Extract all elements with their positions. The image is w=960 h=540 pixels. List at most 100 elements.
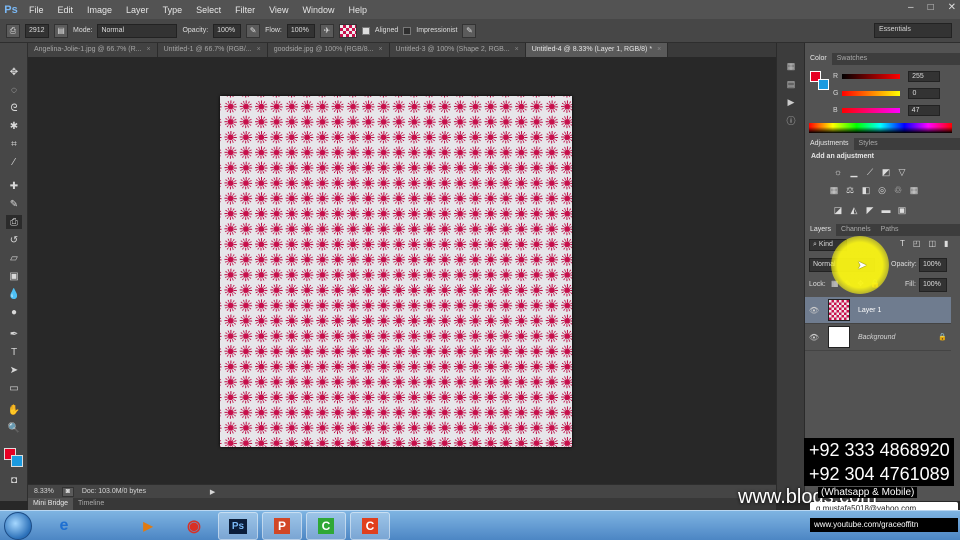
opacity-pressure-icon[interactable]: ✎ — [246, 23, 261, 38]
flow-field[interactable]: 100% — [286, 23, 315, 38]
close-icon[interactable]: × — [657, 46, 661, 53]
clone-source-panel-icon[interactable]: ▤ — [54, 23, 68, 38]
close-icon[interactable]: ✕ — [948, 2, 956, 13]
properties-panel-icon[interactable]: ▤ — [784, 77, 798, 91]
layer-name[interactable]: Layer 1 — [858, 307, 881, 314]
minimize-icon[interactable]: – — [908, 2, 914, 13]
shape-tool-icon[interactable]: ▭ — [6, 381, 22, 395]
green-value[interactable]: 0 — [908, 87, 941, 99]
green-slider[interactable] — [842, 90, 901, 96]
impressionist-checkbox[interactable] — [403, 26, 412, 35]
eraser-tool-icon[interactable]: ▱ — [6, 251, 22, 265]
powerpoint-icon[interactable]: P — [262, 512, 302, 540]
hue-saturation-icon[interactable]: ▦ — [829, 185, 839, 195]
status-share-icon[interactable]: ◙ — [61, 486, 74, 497]
red-slider[interactable] — [842, 73, 901, 79]
tab-adjustments[interactable]: Adjustments — [805, 138, 854, 150]
zoom-level[interactable]: 8.33% — [34, 488, 54, 495]
close-icon[interactable]: × — [515, 46, 519, 53]
layer-row-background[interactable]: 👁 Background 🔒 — [805, 324, 951, 351]
tab-styles[interactable]: Styles — [854, 138, 883, 150]
menu-help[interactable]: Help — [341, 5, 374, 15]
blur-tool-icon[interactable]: 💧 — [6, 287, 22, 301]
history-brush-tool-icon[interactable]: ↺ — [6, 233, 22, 247]
background-color-swatch[interactable] — [11, 455, 23, 467]
airbrush-icon[interactable]: ✈ — [319, 23, 334, 38]
posterize-icon[interactable]: ◭ — [849, 205, 859, 215]
gradient-tool-icon[interactable]: ▣ — [6, 269, 22, 283]
visibility-eye-icon[interactable]: 👁 — [805, 306, 823, 315]
vibrance-icon[interactable]: ▽ — [897, 167, 907, 177]
tab-untitled-1[interactable]: Untitled-1 @ 66.7% (RGB/... × — [157, 43, 268, 57]
menu-layer[interactable]: Layer — [119, 5, 156, 15]
workspace-select[interactable]: Essentials — [874, 23, 952, 38]
blue-slider[interactable] — [841, 107, 900, 113]
crop-tool-icon[interactable]: ⌗ — [6, 137, 22, 151]
maximize-icon[interactable]: □ — [928, 2, 934, 13]
smart-object-filter-icon[interactable]: ◫ — [928, 239, 936, 248]
photo-filter-icon[interactable]: ◎ — [877, 185, 887, 195]
quick-mask-icon[interactable]: ◘ — [6, 473, 22, 487]
tab-mini-bridge[interactable]: Mini Bridge — [28, 498, 74, 510]
gradient-map-icon[interactable]: ▬ — [881, 205, 891, 215]
shape-filter-icon[interactable]: ◰ — [913, 239, 921, 248]
zoom-tool-icon[interactable]: 🔍 — [6, 421, 22, 435]
menu-edit[interactable]: Edit — [51, 5, 81, 15]
tab-layers[interactable]: Layers — [805, 224, 837, 236]
menu-file[interactable]: File — [22, 5, 51, 15]
menu-view[interactable]: View — [262, 5, 295, 15]
levels-icon[interactable]: ▁ — [849, 167, 859, 177]
move-tool-icon[interactable]: ✥ — [6, 65, 22, 79]
invert-icon[interactable]: ◪ — [833, 205, 843, 215]
actions-panel-icon[interactable]: ▶ — [784, 95, 798, 109]
marquee-tool-icon[interactable]: ◌ — [6, 83, 22, 97]
chrome-icon[interactable]: ◉ — [174, 512, 214, 540]
red-value[interactable]: 255 — [908, 70, 941, 82]
tab-timeline[interactable]: Timeline — [73, 498, 109, 510]
media-player-icon[interactable]: ▶ — [128, 512, 168, 540]
menu-image[interactable]: Image — [80, 5, 119, 15]
menu-select[interactable]: Select — [189, 5, 228, 15]
curves-icon[interactable]: ⟋ — [865, 167, 875, 177]
tab-swatches[interactable]: Swatches — [832, 53, 872, 65]
layer-row-layer-1[interactable]: 👁 Layer 1 — [805, 297, 951, 324]
threshold-icon[interactable]: ◤ — [865, 205, 875, 215]
history-panel-icon[interactable]: ▦ — [784, 59, 798, 73]
internet-explorer-icon[interactable]: e — [44, 512, 84, 540]
tablet-pressure-icon[interactable]: ✎ — [462, 23, 477, 38]
close-icon[interactable]: × — [378, 46, 382, 53]
camtasia-studio-icon[interactable]: C — [350, 512, 390, 540]
visibility-eye-icon[interactable]: 👁 — [805, 333, 823, 342]
color-spectrum[interactable] — [809, 123, 952, 133]
blue-value[interactable]: 47 — [907, 104, 940, 116]
lasso-tool-icon[interactable]: ᘓ — [6, 101, 22, 115]
pattern-swatch[interactable] — [338, 23, 357, 38]
layer-opacity-field[interactable]: 100% — [919, 258, 947, 272]
clone-stamp-preset-icon[interactable]: ⎙ — [6, 23, 20, 38]
color-balance-icon[interactable]: ⚖ — [845, 185, 855, 195]
dodge-tool-icon[interactable]: ● — [6, 305, 22, 319]
tab-channels[interactable]: Channels — [836, 224, 876, 236]
quick-select-tool-icon[interactable]: ✱ — [6, 119, 22, 133]
brightness-icon[interactable]: ☼ — [833, 167, 843, 177]
eyedropper-tool-icon[interactable]: ⁄ — [6, 155, 22, 169]
tab-untitled-4[interactable]: Untitled-4 @ 8.33% (Layer 1, RGB/8) * × — [525, 43, 669, 57]
exposure-icon[interactable]: ◩ — [881, 167, 891, 177]
brush-size-field[interactable]: 2912 — [25, 23, 49, 38]
color-lookup-icon[interactable]: ▦ — [909, 185, 919, 195]
clone-stamp-tool-icon[interactable]: ⎙ — [6, 215, 22, 229]
hand-tool-icon[interactable]: ✋ — [6, 403, 22, 417]
healing-brush-tool-icon[interactable]: ✚ — [6, 179, 22, 193]
selective-color-icon[interactable]: ▣ — [897, 205, 907, 215]
filter-toggle-icon[interactable]: ▮ — [944, 239, 948, 248]
tab-untitled-3[interactable]: Untitled-3 @ 100% (Shape 2, RGB... × — [389, 43, 526, 57]
path-select-tool-icon[interactable]: ➤ — [6, 363, 22, 377]
tab-goodside[interactable]: goodside.jpg @ 100% (RGB/8... × — [267, 43, 390, 57]
fill-field[interactable]: 100% — [919, 278, 947, 292]
camtasia-recorder-icon[interactable]: C — [306, 512, 346, 540]
start-button[interactable] — [4, 512, 32, 540]
opacity-field[interactable]: 100% — [213, 23, 242, 38]
photoshop-taskbar-icon[interactable]: Ps — [218, 512, 258, 540]
menu-type[interactable]: Type — [156, 5, 190, 15]
color-background-swatch[interactable] — [818, 79, 829, 90]
